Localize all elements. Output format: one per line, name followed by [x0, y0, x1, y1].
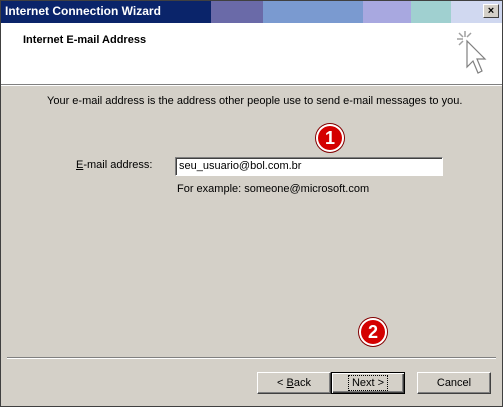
example-text: For example: someone@microsoft.com [177, 183, 370, 195]
annotation-badge-2: 2 [359, 318, 387, 346]
page-title: Internet E-mail Address [23, 34, 147, 46]
wizard-cursor-icon [455, 29, 489, 80]
window-title: Internet Connection Wizard [5, 4, 161, 18]
email-label: E-mail address: [76, 159, 153, 171]
annotation-badge-1: 1 [316, 124, 344, 152]
wizard-window: Internet Connection Wizard × Internet E-… [0, 0, 503, 407]
header-divider [1, 85, 502, 86]
cancel-button[interactable]: Cancel [417, 372, 491, 394]
close-icon: × [487, 5, 495, 17]
wizard-header: Internet E-mail Address [1, 23, 502, 85]
title-bar[interactable]: Internet Connection Wizard × [1, 1, 502, 23]
description-text: Your e-mail address is the address other… [47, 95, 463, 107]
next-button[interactable]: Next > [331, 372, 405, 394]
back-button[interactable]: < Back [257, 372, 331, 394]
email-field[interactable]: seu_usuario@bol.com.br [175, 157, 443, 176]
close-button[interactable]: × [483, 4, 499, 18]
